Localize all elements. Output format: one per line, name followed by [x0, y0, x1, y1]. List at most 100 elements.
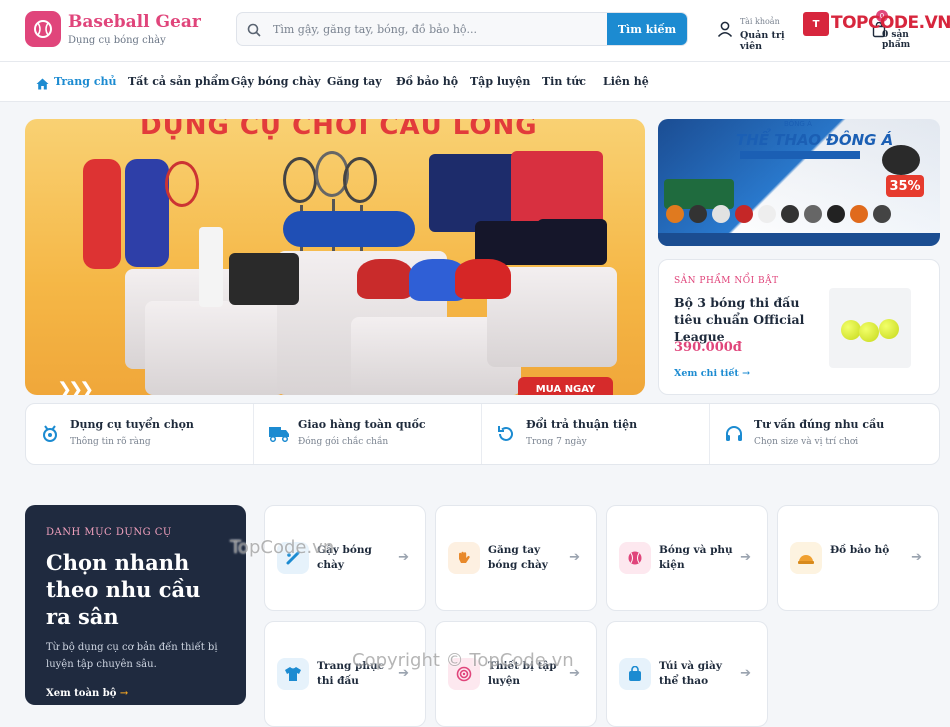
account-menu[interactable]: Tài khoản Quản trị viên [716, 16, 806, 52]
category-tile-gloves[interactable]: Găng tay bóng chày ➔ [435, 505, 597, 611]
main-nav: Trang chủ Tất cả sản phẩm Gậy bóng chày … [0, 62, 950, 102]
benefit-sub: Thông tin rõ ràng [70, 437, 151, 447]
discount-badge: 35% [886, 175, 924, 197]
racket-bag-image-2 [125, 159, 169, 267]
benefit-item: Đổi trả thuận tiện Trong 7 ngày [482, 404, 710, 464]
nav-bats[interactable]: Gậy bóng chày [231, 75, 321, 88]
category-kicker: DANH MỤC DỤNG CỤ [46, 527, 172, 538]
baseball-logo-icon[interactable] [25, 11, 61, 47]
shuttlecock-tube-image [199, 227, 223, 307]
account-label: Tài khoản [740, 17, 780, 26]
search-input[interactable] [273, 13, 603, 45]
featured-price: 390.000đ [674, 340, 742, 355]
category-tile-uniforms[interactable]: Trang phục thi đấu ➔ [264, 621, 426, 727]
account-name: Quản trị viên [740, 30, 785, 52]
ball-image [879, 319, 899, 339]
category-tile-protective[interactable]: Đồ bảo hộ ➔ [777, 505, 939, 611]
nav-news[interactable]: Tin tức [542, 75, 586, 88]
ad-subline [740, 151, 860, 159]
tile-label: Găng tay bóng chày [488, 544, 548, 571]
ad-title: THỂ THAO ĐÔNG Á [736, 131, 894, 149]
brand-name[interactable]: Baseball Gear [68, 12, 201, 32]
headset-icon [724, 424, 744, 448]
home-icon [36, 75, 49, 94]
category-tile-training[interactable]: Thiết bị tập luyện ➔ [435, 621, 597, 727]
promo-ad-banner[interactable]: BÓNG Á THỂ THAO ĐÔNG Á 35% [658, 119, 940, 246]
chevron-right-icon: ➔ [398, 550, 409, 565]
watermark-text: TOPCODE.VN [831, 13, 950, 33]
category-subtext: Từ bộ dụng cụ cơ bản đến thiết bị luyện … [46, 642, 218, 670]
ad-products [666, 205, 936, 231]
slider-arrows-icon: ❯❯❯ [57, 379, 94, 395]
featured-link-text: Xem chi tiết [674, 368, 739, 379]
search-icon [247, 22, 261, 41]
benefit-sub: Đóng gói chắc chắn [298, 437, 389, 447]
hero-banner[interactable]: DỤNG CỤ CHƠI CẦU LÔNG ❯❯❯ MUA NGAY [25, 119, 645, 395]
watermark-overlay: TopCode.vn [230, 537, 335, 558]
benefit-title: Dụng cụ tuyển chọn [70, 418, 194, 431]
shuttlecock-tubes-image [229, 253, 299, 305]
truck-icon [268, 424, 290, 446]
helmet-icon [790, 542, 822, 574]
search-button[interactable]: Tìm kiếm [607, 13, 687, 45]
nav-contact[interactable]: Liên hệ [603, 75, 649, 88]
benefits-bar: Dụng cụ tuyển chọn Thông tin rõ ràng Gia… [25, 403, 940, 465]
benefit-sub: Chọn size và vị trí chơi [754, 437, 859, 447]
featured-kicker: SẢN PHẨM NỔI BẬT [674, 276, 779, 286]
racket-bag-image [83, 159, 121, 269]
benefit-title: Giao hàng toàn quốc [298, 418, 426, 431]
category-intro-panel: DANH MỤC DỤNG CỤ Chọn nhanh theo nhu cầu… [25, 505, 246, 705]
nav-training[interactable]: Tập luyện [470, 75, 530, 88]
return-icon [496, 424, 516, 448]
ball-icon [619, 542, 651, 574]
racket-image [343, 157, 377, 203]
arrow-right-icon: → [119, 688, 129, 699]
buy-now-button[interactable]: MUA NGAY [518, 377, 613, 395]
bag-icon [619, 658, 651, 690]
copyright-watermark: Copyright © TopCode.vn [352, 650, 574, 671]
featured-product-image[interactable] [829, 288, 911, 368]
ad-footer-strip [658, 233, 940, 246]
shirt-icon [277, 658, 309, 690]
racket-image [283, 157, 317, 203]
category-heading: Chọn nhanh theo nhu cầu ra sân [46, 550, 201, 629]
benefit-title: Đổi trả thuận tiện [526, 418, 638, 431]
tile-label: Túi và giày thể thao [659, 660, 722, 687]
shorts-image [537, 219, 607, 265]
user-icon [716, 20, 734, 42]
category-tile-bags-shoes[interactable]: Túi và giày thể thao ➔ [606, 621, 768, 727]
category-tile-balls[interactable]: Bóng và phụ kiện ➔ [606, 505, 768, 611]
featured-name[interactable]: Bộ 3 bóng thi đấu tiêu chuẩn Official Le… [674, 294, 814, 345]
racket-image [165, 161, 199, 207]
topcode-watermark: T TOPCODE.VN [803, 10, 950, 36]
category-tile-bats[interactable]: Gậy bóng chày ➔ [264, 505, 426, 611]
nav-gloves[interactable]: Găng tay [327, 75, 382, 88]
featured-product-card[interactable]: SẢN PHẨM NỔI BẬT Bộ 3 bóng thi đấu tiêu … [658, 259, 940, 395]
view-all-text: Xem toàn bộ [46, 688, 117, 699]
ball-image [841, 320, 861, 340]
watermark-logo-icon: T [803, 12, 829, 36]
arrow-right-icon: → [742, 368, 751, 379]
nav-protective-gear[interactable]: Đồ bảo hộ [396, 75, 458, 88]
featured-detail-link[interactable]: Xem chi tiết → [674, 368, 750, 379]
award-icon [40, 424, 60, 448]
athlete-image [882, 145, 920, 175]
tile-label: Bóng và phụ kiện [659, 544, 733, 571]
benefit-item: Dụng cụ tuyển chọn Thông tin rõ ràng [26, 404, 254, 464]
glove-icon [448, 542, 480, 574]
view-all-link[interactable]: Xem toàn bộ → [46, 688, 128, 699]
chevron-right-icon: ➔ [740, 666, 751, 681]
ball-image [859, 322, 879, 342]
shoe-image [455, 259, 511, 299]
search-bar: Tìm kiếm [236, 12, 688, 46]
brand-tagline: Dụng cụ bóng chày [68, 35, 166, 46]
chevron-right-icon: ➔ [911, 550, 922, 565]
tile-label: Đồ bảo hộ [830, 544, 890, 556]
benefit-item: Tư vấn đúng nhu cầu Chọn size và vị trí … [710, 404, 939, 464]
nav-all-products[interactable]: Tất cả sản phẩm [128, 75, 229, 88]
nav-home[interactable]: Trang chủ [54, 75, 117, 88]
benefit-item: Giao hàng toàn quốc Đóng gói chắc chắn [254, 404, 482, 464]
chevron-right-icon: ➔ [569, 550, 580, 565]
racket-bag-blue [283, 211, 415, 247]
benefit-sub: Trong 7 ngày [526, 437, 587, 447]
